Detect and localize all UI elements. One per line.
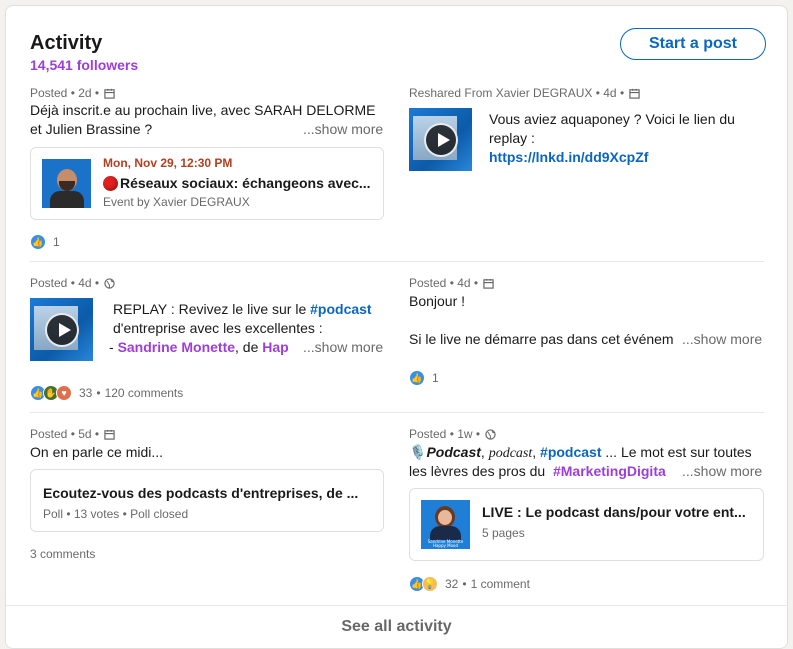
post-text-line: d'entreprise avec les excellentes :: [113, 320, 323, 336]
followers-count[interactable]: 14,541 followers: [30, 57, 138, 73]
post-text-line: Bonjour !: [409, 293, 466, 309]
event-organizer: Event by Xavier DEGRAUX: [103, 195, 250, 209]
comments-count[interactable]: 3 comments: [30, 547, 95, 561]
post-text-line: Déjà inscrit.e au prochain live, avec SA…: [30, 102, 376, 118]
see-all-activity-button[interactable]: See all activity: [6, 605, 787, 647]
video-thumbnail[interactable]: [30, 298, 93, 361]
hashtag-link[interactable]: #podcast: [310, 301, 371, 317]
play-icon: [44, 312, 79, 347]
replay-link[interactable]: https://lnkd.in/dd9XcpZf: [489, 148, 648, 167]
document-title: LIVE : Le podcast dans/pour votre ent...: [482, 504, 746, 520]
event-thumbnail: [42, 159, 91, 208]
mention-link[interactable]: Sandrine Monette: [118, 339, 235, 355]
post-meta: Posted • 1w •: [409, 427, 496, 441]
like-reaction-icon: 👍: [409, 370, 425, 386]
post-text-line: 🎙️Podcast, podcast, #podcast ... Le mot …: [409, 444, 752, 461]
post-meta: Reshared From Xavier DEGRAUX • 4d •: [409, 86, 640, 100]
hashtag-link[interactable]: #podcast: [540, 444, 601, 460]
show-more-link[interactable]: ...show more: [297, 121, 384, 137]
mention-link[interactable]: Hap: [262, 339, 288, 355]
poll-question: Ecoutez-vous des podcasts d'entreprises,…: [43, 485, 359, 501]
play-icon: [423, 122, 458, 157]
reaction-count: 32: [445, 577, 459, 591]
event-title: Réseaux sociaux: échangeons avec...: [120, 175, 371, 191]
poll-status: Poll • 13 votes • Poll closed: [43, 507, 189, 521]
calendar-icon: [629, 88, 640, 99]
post-text-line: REPLAY : Revivez le live sur le #podcast: [113, 301, 372, 317]
event-title-row: Réseaux sociaux: échangeons avec...: [103, 175, 371, 191]
globe-icon: [104, 277, 115, 289]
document-pages: 5 pages: [482, 526, 525, 540]
show-more-link[interactable]: ...show more: [676, 331, 763, 347]
reaction-count: 1: [53, 235, 60, 249]
post-meta: Posted • 4d •: [409, 276, 494, 290]
row-divider: [30, 412, 764, 413]
row-divider: [30, 261, 764, 262]
event-card[interactable]: Mon, Nov 29, 12:30 PM Réseaux sociaux: é…: [30, 147, 384, 220]
show-more-link[interactable]: ...show more: [297, 339, 384, 355]
insightful-reaction-icon: 💡: [422, 576, 438, 592]
social-counts[interactable]: 👍 1: [409, 370, 439, 386]
post-text-line: Vous aviez aquaponey ? Voici le lien du: [489, 111, 735, 127]
globe-icon: [485, 428, 496, 440]
social-counts[interactable]: 👍 ✋ ♥ 33 • 120 comments: [30, 385, 183, 401]
activity-card: Activity 14,541 followers Start a post P…: [5, 5, 788, 649]
post-meta: Posted • 4d •: [30, 276, 115, 290]
post-text-line: On en parle ce midi...: [30, 444, 164, 460]
post-text-line: et Julien Brassine ?: [30, 121, 153, 137]
comments-count[interactable]: 120 comments: [105, 386, 184, 400]
social-counts[interactable]: 👍 1: [30, 234, 60, 250]
red-circle-icon: [103, 175, 118, 191]
social-counts[interactable]: 👍 💡 32 • 1 comment: [409, 576, 530, 592]
post-text-line: - Sandrine Monette, de Hap: [109, 339, 289, 355]
love-reaction-icon: ♥: [56, 385, 72, 401]
comments-count[interactable]: 1 comment: [471, 577, 530, 591]
show-more-link[interactable]: ...show more: [676, 463, 763, 479]
video-thumbnail[interactable]: [409, 108, 472, 171]
activity-title: Activity: [30, 32, 103, 54]
reaction-count: 33: [79, 386, 93, 400]
post-meta: Posted • 2d •: [30, 86, 115, 100]
like-reaction-icon: 👍: [30, 234, 46, 250]
post-text-line: replay :: [489, 130, 535, 146]
calendar-icon: [104, 429, 115, 440]
microphone-icon: 🎙️: [409, 444, 427, 460]
event-date: Mon, Nov 29, 12:30 PM: [103, 156, 233, 170]
document-thumbnail: Sandrine Monette Happy Mood: [421, 500, 470, 549]
poll-card[interactable]: Ecoutez-vous des podcasts d'entreprises,…: [30, 469, 384, 532]
hashtag-link[interactable]: #MarketingDigita: [553, 463, 666, 479]
post-text-line: les lèvres des pros du #MarketingDigita: [409, 463, 666, 479]
calendar-icon: [104, 88, 115, 99]
calendar-icon: [483, 278, 494, 289]
start-post-button[interactable]: Start a post: [620, 28, 766, 60]
reaction-count: 1: [432, 371, 439, 385]
post-meta: Posted • 5d •: [30, 427, 115, 441]
post-text-line: Si le live ne démarre pas dans cet événe…: [409, 331, 674, 347]
document-card[interactable]: Sandrine Monette Happy Mood LIVE : Le po…: [409, 488, 764, 561]
